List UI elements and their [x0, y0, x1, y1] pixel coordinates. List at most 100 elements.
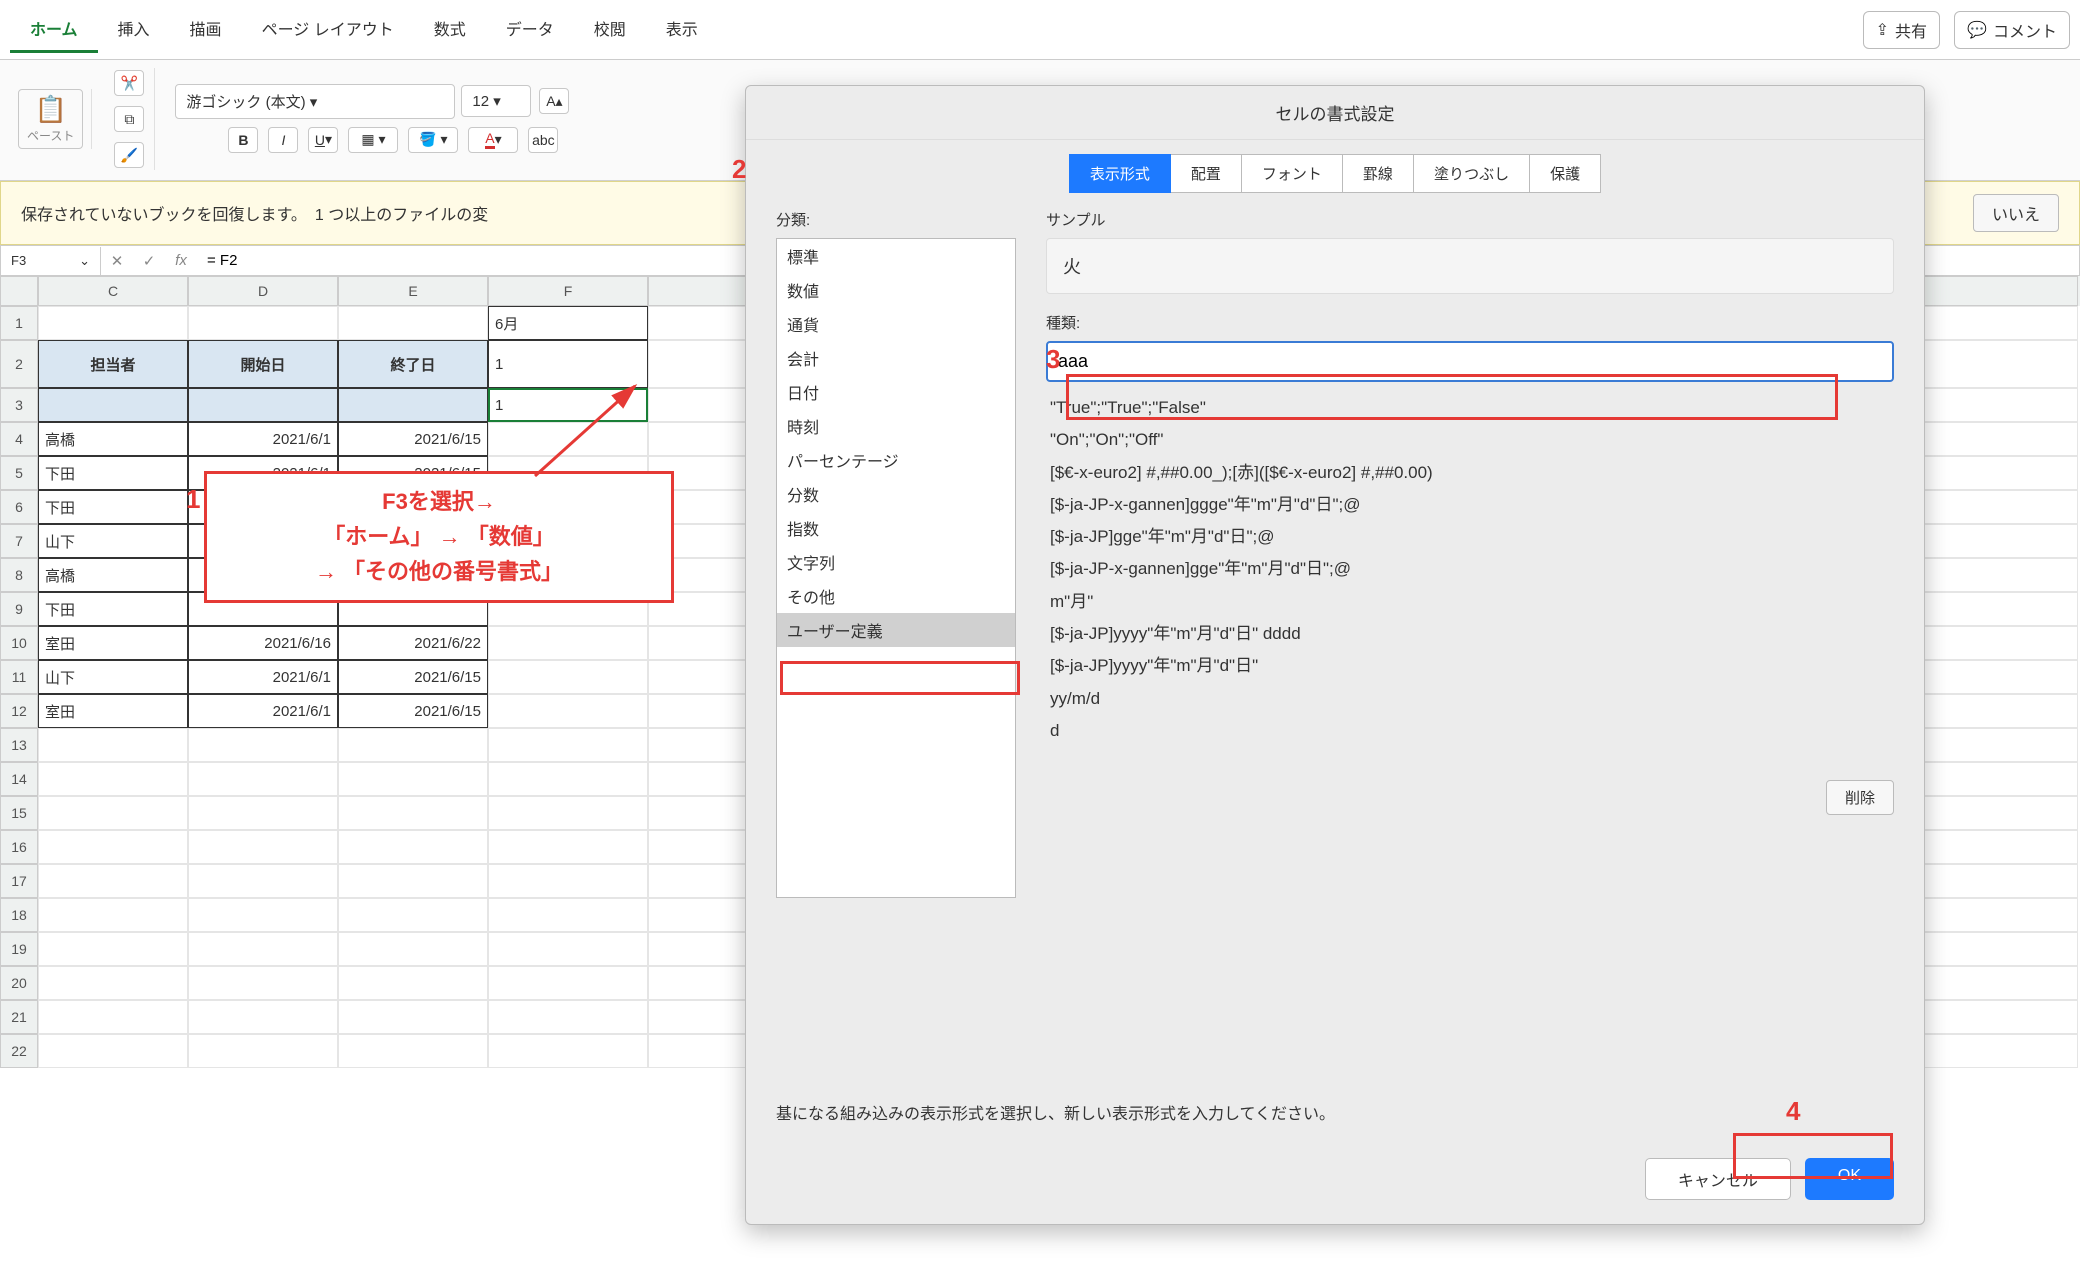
cell[interactable] — [38, 898, 188, 932]
cell[interactable] — [338, 762, 488, 796]
cell[interactable] — [38, 388, 188, 422]
cell[interactable]: 2021/6/1 — [188, 660, 338, 694]
underline-button[interactable]: U ▾ — [308, 127, 338, 153]
paste-button[interactable]: 📋 ペースト — [18, 89, 83, 149]
cell[interactable]: 2021/6/15 — [338, 422, 488, 456]
dialog-tab[interactable]: 表示形式 — [1069, 154, 1171, 193]
cell[interactable]: 2021/6/1 — [188, 422, 338, 456]
cell[interactable] — [38, 932, 188, 966]
cell[interactable] — [338, 796, 488, 830]
cell[interactable]: 2021/6/1 — [188, 694, 338, 728]
column-header[interactable]: D — [188, 276, 338, 306]
category-item[interactable]: 標準 — [777, 239, 1015, 273]
format-type-item[interactable]: [$-ja-JP-x-gannen]gge"年"m"月"d"日";@ — [1046, 553, 1894, 585]
row-header[interactable]: 16 — [0, 830, 38, 864]
category-item[interactable]: 時刻 — [777, 409, 1015, 443]
ribbon-tab-4[interactable]: 数式 — [414, 6, 486, 53]
dialog-tab[interactable]: 罫線 — [1343, 154, 1414, 193]
format-type-item[interactable]: "True";"True";"False" — [1046, 392, 1894, 424]
share-button[interactable]: ⇪ 共有 — [1863, 11, 1940, 49]
category-item[interactable]: パーセンテージ — [777, 443, 1015, 477]
copy-button[interactable]: ⧉ — [114, 106, 144, 132]
cell[interactable]: 開始日 — [188, 340, 338, 388]
category-item[interactable]: 数値 — [777, 273, 1015, 307]
cell[interactable] — [338, 932, 488, 966]
cell[interactable] — [488, 762, 648, 796]
row-header[interactable]: 15 — [0, 796, 38, 830]
cell[interactable] — [488, 932, 648, 966]
column-header[interactable]: F — [488, 276, 648, 306]
name-box[interactable]: F3 ⌄ — [1, 247, 101, 275]
category-item[interactable]: 会計 — [777, 341, 1015, 375]
ribbon-tab-2[interactable]: 描画 — [170, 6, 242, 53]
cell[interactable] — [188, 1000, 338, 1034]
font-family-select[interactable]: 游ゴシック (本文) ▾ — [175, 84, 455, 119]
italic-button[interactable]: I — [268, 127, 298, 153]
row-header[interactable]: 2 — [0, 340, 38, 388]
cell[interactable] — [38, 728, 188, 762]
row-header[interactable]: 4 — [0, 422, 38, 456]
row-header[interactable]: 20 — [0, 966, 38, 1000]
ribbon-tab-6[interactable]: 校閲 — [574, 6, 646, 53]
row-header[interactable]: 6 — [0, 490, 38, 524]
cell[interactable] — [488, 796, 648, 830]
cut-button[interactable]: ✂️ — [114, 70, 144, 96]
cell[interactable]: 終了日 — [338, 340, 488, 388]
cell[interactable]: 2021/6/15 — [338, 660, 488, 694]
cell[interactable] — [488, 830, 648, 864]
category-item[interactable]: 指数 — [777, 511, 1015, 545]
cell[interactable]: 山下 — [38, 660, 188, 694]
cell[interactable]: 2021/6/15 — [338, 694, 488, 728]
comment-button[interactable]: 💬 コメント — [1954, 11, 2070, 49]
format-type-item[interactable]: yy/m/d — [1046, 683, 1894, 715]
ok-button[interactable]: OK — [1805, 1158, 1894, 1200]
cell[interactable] — [488, 1034, 648, 1068]
dialog-tab[interactable]: フォント — [1242, 154, 1343, 193]
row-header[interactable]: 7 — [0, 524, 38, 558]
cell[interactable]: 下田 — [38, 592, 188, 626]
cell[interactable]: 下田 — [38, 490, 188, 524]
format-type-item[interactable]: d — [1046, 715, 1894, 747]
cell[interactable] — [488, 728, 648, 762]
accept-formula-button[interactable]: ✓ — [133, 252, 165, 270]
cell[interactable] — [338, 1034, 488, 1068]
cell[interactable]: 室田 — [38, 626, 188, 660]
category-listbox[interactable]: 標準数値通貨会計日付時刻パーセンテージ分数指数文字列その他ユーザー定義 — [776, 238, 1016, 898]
row-header[interactable]: 22 — [0, 1034, 38, 1068]
row-header[interactable]: 17 — [0, 864, 38, 898]
cell[interactable] — [188, 388, 338, 422]
cell[interactable]: 高橋 — [38, 558, 188, 592]
dialog-tab[interactable]: 保護 — [1530, 154, 1601, 193]
row-header[interactable]: 5 — [0, 456, 38, 490]
cell[interactable] — [338, 898, 488, 932]
cell[interactable] — [38, 1034, 188, 1068]
format-painter-button[interactable]: 🖌️ — [114, 142, 144, 168]
cell[interactable] — [38, 1000, 188, 1034]
cell[interactable] — [38, 966, 188, 1000]
cell[interactable]: 担当者 — [38, 340, 188, 388]
ribbon-tab-7[interactable]: 表示 — [646, 6, 718, 53]
phonetic-button[interactable]: abc — [528, 127, 558, 153]
column-header[interactable]: E — [338, 276, 488, 306]
format-type-item[interactable]: [$-ja-JP]yyyy"年"m"月"d"日" — [1046, 650, 1894, 682]
cell[interactable] — [338, 728, 488, 762]
format-type-listbox[interactable]: "True";"True";"False""On";"On";"Off"[$€-… — [1046, 392, 1894, 772]
category-item[interactable]: 分数 — [777, 477, 1015, 511]
row-header[interactable]: 8 — [0, 558, 38, 592]
font-size-select[interactable]: 12 ▾ — [461, 85, 531, 117]
delete-format-button[interactable]: 削除 — [1826, 780, 1894, 815]
cell[interactable] — [488, 626, 648, 660]
cancel-button[interactable]: キャンセル — [1645, 1158, 1791, 1200]
row-header[interactable]: 9 — [0, 592, 38, 626]
cell[interactable] — [188, 796, 338, 830]
cell[interactable] — [188, 898, 338, 932]
row-header[interactable]: 1 — [0, 306, 38, 340]
cell[interactable] — [188, 306, 338, 340]
cell[interactable] — [188, 966, 338, 1000]
cell[interactable]: 高橋 — [38, 422, 188, 456]
cell[interactable] — [488, 898, 648, 932]
cell[interactable] — [188, 932, 338, 966]
column-header[interactable]: C — [38, 276, 188, 306]
dialog-tab[interactable]: 塗りつぶし — [1414, 154, 1530, 193]
cell[interactable] — [38, 306, 188, 340]
